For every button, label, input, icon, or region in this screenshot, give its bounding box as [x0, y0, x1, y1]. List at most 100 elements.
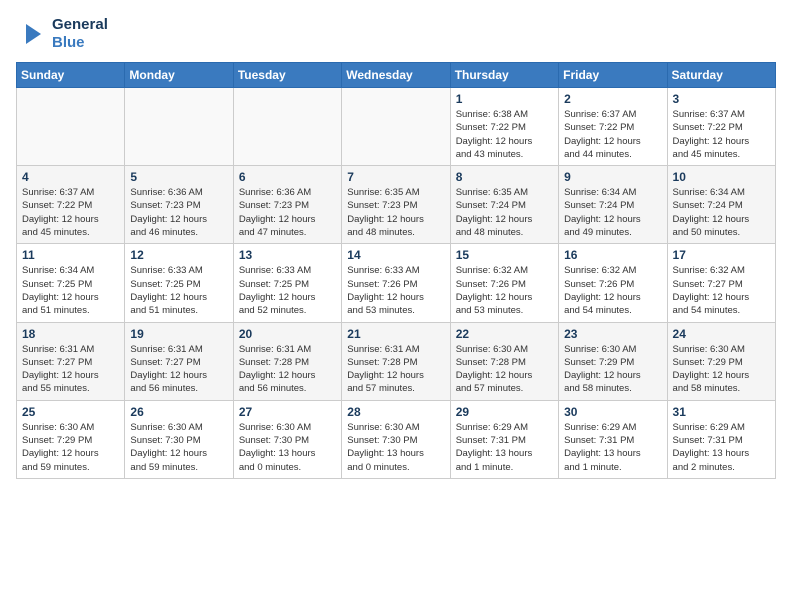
calendar-day-23: 23 Sunrise: 6:30 AM Sunset: 7:29 PM Dayli… [559, 322, 667, 400]
page-header: GeneralBlue [16, 16, 776, 52]
calendar-day-22: 22 Sunrise: 6:30 AM Sunset: 7:28 PM Dayli… [450, 322, 558, 400]
day-info: Sunrise: 6:30 AM Sunset: 7:29 PM Dayligh… [22, 421, 119, 474]
empty-day-cell [125, 88, 233, 166]
day-number: 7 [347, 170, 444, 184]
day-number: 8 [456, 170, 553, 184]
day-number: 13 [239, 248, 336, 262]
calendar-week-row: 25 Sunrise: 6:30 AM Sunset: 7:29 PM Dayli… [17, 400, 776, 478]
weekday-header-tuesday: Tuesday [233, 63, 341, 88]
calendar-week-row: 4 Sunrise: 6:37 AM Sunset: 7:22 PM Daylig… [17, 166, 776, 244]
calendar-day-24: 24Sunrise: 6:30 AM Sunset: 7:29 PM Dayli… [667, 322, 775, 400]
day-info: Sunrise: 6:29 AM Sunset: 7:31 PM Dayligh… [673, 421, 770, 474]
empty-day-cell [342, 88, 450, 166]
calendar-day-31: 31 Sunrise: 6:29 AM Sunset: 7:31 PM Dayli… [667, 400, 775, 478]
day-number: 2 [564, 92, 661, 106]
weekday-header-wednesday: Wednesday [342, 63, 450, 88]
calendar-day-9: 9Sunrise: 6:34 AM Sunset: 7:24 PM Daylig… [559, 166, 667, 244]
day-info: Sunrise: 6:33 AM Sunset: 7:25 PM Dayligh… [239, 264, 336, 317]
calendar-day-11: 11 Sunrise: 6:34 AM Sunset: 7:25 PM Dayli… [17, 244, 125, 322]
day-number: 26 [130, 405, 227, 419]
calendar-day-26: 26 Sunrise: 6:30 AM Sunset: 7:30 PM Dayli… [125, 400, 233, 478]
weekday-header-sunday: Sunday [17, 63, 125, 88]
day-info: Sunrise: 6:31 AM Sunset: 7:27 PM Dayligh… [130, 343, 227, 396]
calendar-day-27: 27Sunrise: 6:30 AM Sunset: 7:30 PM Dayli… [233, 400, 341, 478]
calendar-week-row: 18 Sunrise: 6:31 AM Sunset: 7:27 PM Dayli… [17, 322, 776, 400]
day-number: 24 [673, 327, 770, 341]
day-info: Sunrise: 6:31 AM Sunset: 7:28 PM Dayligh… [239, 343, 336, 396]
logo-icon [16, 19, 46, 49]
calendar-day-17: 17Sunrise: 6:32 AM Sunset: 7:27 PM Dayli… [667, 244, 775, 322]
day-number: 1 [456, 92, 553, 106]
day-info: Sunrise: 6:34 AM Sunset: 7:24 PM Dayligh… [564, 186, 661, 239]
day-info: Sunrise: 6:30 AM Sunset: 7:28 PM Dayligh… [456, 343, 553, 396]
day-info: Sunrise: 6:35 AM Sunset: 7:23 PM Dayligh… [347, 186, 444, 239]
day-number: 27 [239, 405, 336, 419]
empty-day-cell [233, 88, 341, 166]
calendar-day-16: 16Sunrise: 6:32 AM Sunset: 7:26 PM Dayli… [559, 244, 667, 322]
day-info: Sunrise: 6:31 AM Sunset: 7:27 PM Dayligh… [22, 343, 119, 396]
calendar-day-7: 7 Sunrise: 6:35 AM Sunset: 7:23 PM Daylig… [342, 166, 450, 244]
day-number: 18 [22, 327, 119, 341]
calendar-day-12: 12 Sunrise: 6:33 AM Sunset: 7:25 PM Dayli… [125, 244, 233, 322]
calendar-table: SundayMondayTuesdayWednesdayThursdayFrid… [16, 62, 776, 479]
day-number: 28 [347, 405, 444, 419]
day-info: Sunrise: 6:32 AM Sunset: 7:26 PM Dayligh… [564, 264, 661, 317]
calendar-header-row: SundayMondayTuesdayWednesdayThursdayFrid… [17, 63, 776, 88]
day-number: 21 [347, 327, 444, 341]
empty-day-cell [17, 88, 125, 166]
weekday-header-thursday: Thursday [450, 63, 558, 88]
day-number: 20 [239, 327, 336, 341]
day-info: Sunrise: 6:30 AM Sunset: 7:29 PM Dayligh… [564, 343, 661, 396]
day-number: 30 [564, 405, 661, 419]
calendar-day-28: 28 Sunrise: 6:30 AM Sunset: 7:30 PM Dayli… [342, 400, 450, 478]
weekday-header-monday: Monday [125, 63, 233, 88]
day-number: 31 [673, 405, 770, 419]
day-info: Sunrise: 6:33 AM Sunset: 7:25 PM Dayligh… [130, 264, 227, 317]
day-number: 25 [22, 405, 119, 419]
calendar-day-30: 30 Sunrise: 6:29 AM Sunset: 7:31 PM Dayli… [559, 400, 667, 478]
calendar-week-row: 1 Sunrise: 6:38 AM Sunset: 7:22 PM Daylig… [17, 88, 776, 166]
day-number: 14 [347, 248, 444, 262]
day-info: Sunrise: 6:31 AM Sunset: 7:28 PM Dayligh… [347, 343, 444, 396]
day-info: Sunrise: 6:34 AM Sunset: 7:25 PM Dayligh… [22, 264, 119, 317]
calendar-day-18: 18 Sunrise: 6:31 AM Sunset: 7:27 PM Dayli… [17, 322, 125, 400]
calendar-day-13: 13 Sunrise: 6:33 AM Sunset: 7:25 PM Dayli… [233, 244, 341, 322]
day-number: 6 [239, 170, 336, 184]
calendar-day-4: 4 Sunrise: 6:37 AM Sunset: 7:22 PM Daylig… [17, 166, 125, 244]
calendar-day-8: 8Sunrise: 6:35 AM Sunset: 7:24 PM Daylig… [450, 166, 558, 244]
logo-text: GeneralBlue [16, 16, 108, 52]
day-number: 19 [130, 327, 227, 341]
day-number: 10 [673, 170, 770, 184]
day-info: Sunrise: 6:37 AM Sunset: 7:22 PM Dayligh… [673, 108, 770, 161]
calendar-day-2: 2 Sunrise: 6:37 AM Sunset: 7:22 PM Daylig… [559, 88, 667, 166]
day-number: 22 [456, 327, 553, 341]
calendar-day-20: 20 Sunrise: 6:31 AM Sunset: 7:28 PM Dayli… [233, 322, 341, 400]
day-number: 11 [22, 248, 119, 262]
logo: GeneralBlue [16, 16, 108, 52]
day-info: Sunrise: 6:30 AM Sunset: 7:30 PM Dayligh… [130, 421, 227, 474]
day-number: 15 [456, 248, 553, 262]
day-number: 12 [130, 248, 227, 262]
calendar-day-5: 5 Sunrise: 6:36 AM Sunset: 7:23 PM Daylig… [125, 166, 233, 244]
calendar-week-row: 11 Sunrise: 6:34 AM Sunset: 7:25 PM Dayli… [17, 244, 776, 322]
day-info: Sunrise: 6:30 AM Sunset: 7:30 PM Dayligh… [347, 421, 444, 474]
calendar-day-15: 15 Sunrise: 6:32 AM Sunset: 7:26 PM Dayli… [450, 244, 558, 322]
weekday-header-saturday: Saturday [667, 63, 775, 88]
day-info: Sunrise: 6:29 AM Sunset: 7:31 PM Dayligh… [456, 421, 553, 474]
day-info: Sunrise: 6:34 AM Sunset: 7:24 PM Dayligh… [673, 186, 770, 239]
day-number: 3 [673, 92, 770, 106]
day-info: Sunrise: 6:37 AM Sunset: 7:22 PM Dayligh… [22, 186, 119, 239]
day-info: Sunrise: 6:38 AM Sunset: 7:22 PM Dayligh… [456, 108, 553, 161]
day-number: 5 [130, 170, 227, 184]
calendar-day-21: 21 Sunrise: 6:31 AM Sunset: 7:28 PM Dayli… [342, 322, 450, 400]
day-info: Sunrise: 6:32 AM Sunset: 7:26 PM Dayligh… [456, 264, 553, 317]
day-number: 29 [456, 405, 553, 419]
weekday-header-friday: Friday [559, 63, 667, 88]
day-info: Sunrise: 6:29 AM Sunset: 7:31 PM Dayligh… [564, 421, 661, 474]
day-number: 4 [22, 170, 119, 184]
day-info: Sunrise: 6:37 AM Sunset: 7:22 PM Dayligh… [564, 108, 661, 161]
day-number: 23 [564, 327, 661, 341]
calendar-day-1: 1 Sunrise: 6:38 AM Sunset: 7:22 PM Daylig… [450, 88, 558, 166]
calendar-day-14: 14Sunrise: 6:33 AM Sunset: 7:26 PM Dayli… [342, 244, 450, 322]
day-info: Sunrise: 6:36 AM Sunset: 7:23 PM Dayligh… [130, 186, 227, 239]
